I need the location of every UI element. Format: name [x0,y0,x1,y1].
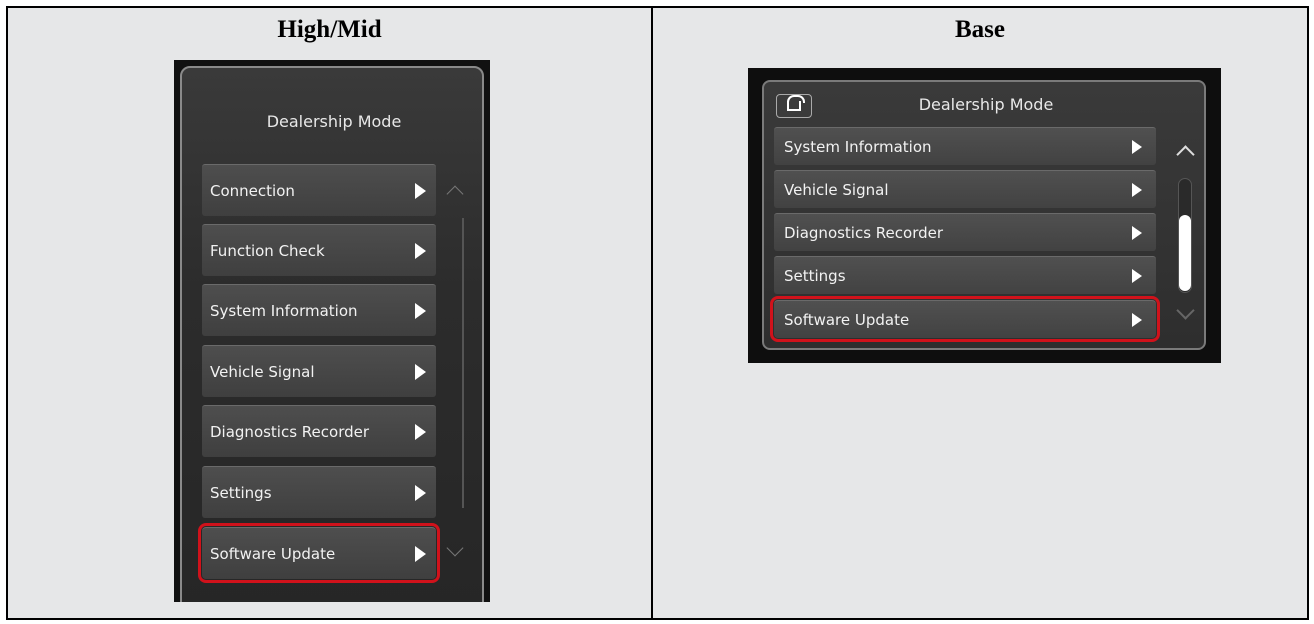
scroll-down-chevron-icon[interactable] [1176,301,1195,320]
play-arrow-icon [415,545,426,562]
high-mid-title: Dealership Mode [266,112,402,131]
menu-item-label: System Information [784,137,932,156]
menu-item-diagnostics-recorder[interactable]: Diagnostics Recorder [202,405,436,457]
menu-item-software-update[interactable]: Software Update [770,296,1160,342]
high-mid-column: High/Mid Dealership Mode Connection Func… [8,8,653,618]
scrollbar-thumb[interactable] [1179,215,1191,291]
high-mid-panel: Dealership Mode Connection Function Chec… [180,66,484,602]
play-arrow-icon [415,302,426,319]
play-arrow-icon [1132,139,1142,154]
menu-item-label: Diagnostics Recorder [210,422,370,441]
menu-item-software-update[interactable]: Software Update [198,523,440,583]
menu-item-label: Vehicle Signal [784,180,889,199]
menu-item-system-information[interactable]: System Information [774,127,1156,165]
menu-item-settings[interactable]: Settings [774,256,1156,294]
scroll-up-chevron-icon[interactable] [446,185,464,203]
menu-item-vehicle-signal[interactable]: Vehicle Signal [202,345,436,397]
menu-item-label: Settings [784,266,846,285]
base-panel: Dealership Mode System Information Vehic… [762,80,1206,350]
menu-item-settings[interactable]: Settings [202,466,436,518]
play-arrow-icon [415,182,426,199]
menu-item-label: System Information [210,301,358,320]
comparison-table: High/Mid Dealership Mode Connection Func… [6,6,1309,620]
scrollbar[interactable] [1178,178,1192,293]
menu-item-system-information[interactable]: System Information [202,284,436,336]
base-heading: Base [955,16,1005,43]
base-column: Base Dealership Mode System Information … [653,8,1307,618]
play-arrow-icon [1132,182,1142,197]
play-arrow-icon [1132,312,1142,327]
play-arrow-icon [415,363,426,380]
high-mid-screen: Dealership Mode Connection Function Chec… [174,60,490,602]
menu-item-label: Function Check [210,241,325,260]
play-arrow-icon [415,484,426,501]
menu-item-label: Connection [210,181,295,200]
menu-item-label: Settings [210,483,272,502]
menu-item-vehicle-signal[interactable]: Vehicle Signal [774,170,1156,208]
play-arrow-icon [415,423,426,440]
menu-item-connection[interactable]: Connection [202,164,436,216]
scrollbar[interactable] [462,218,464,508]
menu-item-label: Diagnostics Recorder [784,223,944,242]
menu-item-diagnostics-recorder[interactable]: Diagnostics Recorder [774,213,1156,251]
base-screen: Dealership Mode System Information Vehic… [748,68,1221,363]
menu-item-label: Vehicle Signal [210,362,315,381]
play-arrow-icon [415,242,426,259]
menu-item-function-check[interactable]: Function Check [202,224,436,276]
base-title: Dealership Mode [918,95,1054,114]
play-arrow-icon [1132,225,1142,240]
play-arrow-icon [1132,268,1142,283]
scroll-down-chevron-icon[interactable] [446,539,464,557]
high-mid-heading: High/Mid [277,16,382,43]
scroll-up-chevron-icon[interactable] [1176,145,1195,164]
menu-item-label: Software Update [784,310,910,329]
menu-item-label: Software Update [210,544,336,563]
